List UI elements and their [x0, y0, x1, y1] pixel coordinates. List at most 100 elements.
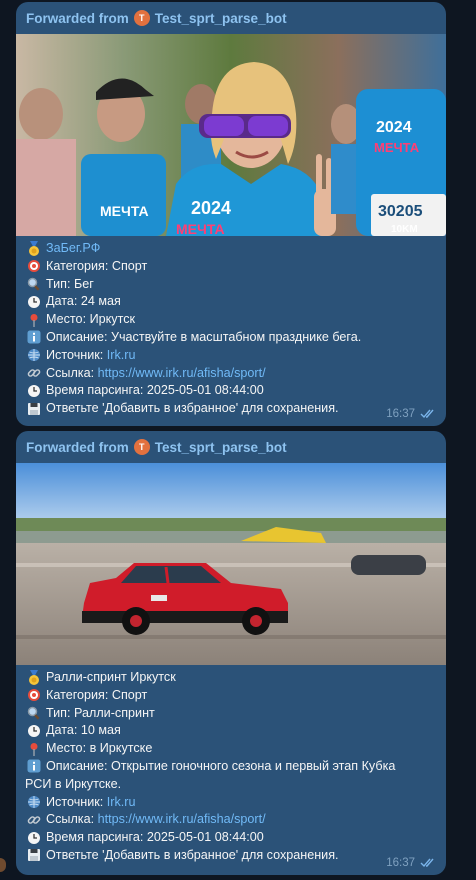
place-line: Место: в Иркутске [25, 740, 438, 758]
place-value: Иркутск [89, 312, 135, 327]
forwarded-header[interactable]: Forwarded from T Test_sprt_parse_bot [16, 2, 446, 34]
clock-icon [25, 293, 42, 310]
date-line: Дата: 10 мая [25, 722, 438, 740]
reply-hint-line: Ответьте 'Добавить в избранное' для сохр… [25, 847, 438, 865]
message-text: ЗаБег.РФ Категория: Спорт Тип: Бег Дата:… [16, 236, 446, 418]
category-label: Категория: [46, 687, 112, 702]
message-meta: 16:37 [386, 408, 438, 420]
double-check-icon [420, 858, 434, 868]
source-label: Источник: [46, 347, 107, 362]
pin-icon [25, 740, 42, 757]
category-line: Категория: Спорт [25, 258, 438, 276]
magnifier-icon [25, 276, 42, 293]
place-label: Место: [46, 741, 90, 756]
description-value: Участвуйте в масштабном празднике бега. [110, 329, 362, 344]
chain-link-icon [25, 365, 42, 382]
description-value: Открытие гоночного сезона и первый этап … [110, 758, 396, 773]
svg-text:2024: 2024 [191, 198, 231, 218]
description-line: Описание: Участвуйте в масштабном праздн… [25, 329, 438, 347]
parse-time-value: 2025-05-01 08:44:00 [146, 830, 264, 845]
info-icon [25, 329, 42, 346]
target-icon [25, 258, 42, 275]
floppy-disk-icon [25, 847, 42, 864]
event-url-link[interactable]: https://www.irk.ru/afisha/sport/ [98, 365, 266, 383]
svg-text:2024: 2024 [376, 119, 412, 136]
description-label: Описание: [46, 758, 111, 773]
reply-hint-text: Ответьте 'Добавить в избранное' для сохр… [46, 847, 339, 862]
source-link[interactable]: Irk.ru [107, 347, 136, 365]
parse-time-line: Время парсинга: 2025-05-01 08:44:00 [25, 382, 438, 400]
link-line: Ссылка: https://www.irk.ru/afisha/sport/ [25, 365, 438, 383]
forwarded-prefix: Forwarded from [26, 10, 129, 26]
message-meta: 16:37 [386, 857, 438, 869]
category-value: Спорт [111, 687, 148, 702]
date-line: Дата: 24 мая [25, 293, 438, 311]
link-label: Ссылка: [46, 365, 98, 380]
place-value: в Иркутске [89, 741, 153, 756]
event-title-link[interactable]: ЗаБег.РФ [46, 240, 100, 258]
scroll-edge-marker [0, 858, 6, 872]
type-label: Тип: [46, 276, 74, 291]
date-value: 10 мая [80, 723, 121, 738]
parse-time-label: Время парсинга: [46, 383, 147, 398]
type-value: Бег [74, 276, 94, 291]
source-link[interactable]: Irk.ru [107, 794, 136, 812]
svg-text:МЕЧТА: МЕЧТА [176, 221, 225, 236]
parse-time-value: 2025-05-01 08:44:00 [146, 383, 264, 398]
link-line: Ссылка: https://www.irk.ru/afisha/sport/ [25, 811, 438, 829]
event-photo-running[interactable]: МЕЧТА 2024 МЕЧТА 2024 МЕЧТА 30205 10KM [16, 34, 446, 236]
svg-text:10KM: 10KM [391, 224, 418, 235]
chat-feed[interactable]: Forwarded from T Test_sprt_parse_bot МЕЧ… [0, 0, 476, 880]
bot-name[interactable]: Test_sprt_parse_bot [155, 440, 287, 455]
type-line: Тип: Бег [25, 276, 438, 294]
forwarded-header[interactable]: Forwarded from T Test_sprt_parse_bot [16, 431, 446, 463]
event-title-line: Ралли-спринт Иркутск [25, 669, 438, 687]
clock-icon [25, 382, 42, 399]
category-label: Категория: [46, 258, 112, 273]
reply-hint-line: Ответьте 'Добавить в избранное' для сохр… [25, 400, 438, 418]
bot-avatar[interactable]: T [133, 439, 150, 455]
bot-avatar[interactable]: T [133, 10, 150, 26]
parse-time-line: Время парсинга: 2025-05-01 08:44:00 [25, 829, 438, 847]
date-value: 24 мая [80, 294, 121, 309]
reply-hint-text: Ответьте 'Добавить в избранное' для сохр… [46, 401, 339, 416]
category-line: Категория: Спорт [25, 687, 438, 705]
target-icon [25, 687, 42, 704]
svg-text:МЕЧТА: МЕЧТА [100, 203, 149, 219]
clock-icon [25, 829, 42, 846]
globe-icon [25, 347, 42, 364]
source-line: Источник: Irk.ru [25, 794, 438, 812]
event-photo-rally[interactable] [16, 463, 446, 665]
pin-icon [25, 311, 42, 328]
floppy-disk-icon [25, 400, 42, 417]
bot-name[interactable]: Test_sprt_parse_bot [155, 11, 287, 26]
info-icon [25, 758, 42, 775]
date-label: Дата: [46, 723, 81, 738]
svg-text:МЕЧТА: МЕЧТА [374, 140, 420, 155]
message-time: 16:37 [386, 408, 415, 420]
place-line: Место: Иркутск [25, 311, 438, 329]
type-value: Ралли-спринт [74, 705, 155, 720]
clock-icon [25, 722, 42, 739]
message-text: Ралли-спринт Иркутск Категория: Спорт Ти… [16, 665, 446, 865]
magnifier-icon [25, 705, 42, 722]
event-url-link[interactable]: https://www.irk.ru/afisha/sport/ [98, 811, 266, 829]
message-bubble[interactable]: Forwarded from T Test_sprt_parse_bot [16, 431, 446, 875]
place-label: Место: [46, 312, 90, 327]
svg-text:30205: 30205 [378, 203, 423, 220]
source-label: Источник: [46, 794, 107, 809]
type-label: Тип: [46, 705, 74, 720]
type-line: Тип: Ралли-спринт [25, 705, 438, 723]
date-label: Дата: [46, 294, 81, 309]
globe-icon [25, 794, 42, 811]
description-line: Описание: Открытие гоночного сезона и пе… [25, 758, 438, 776]
chain-link-icon [25, 811, 42, 828]
message-bubble[interactable]: Forwarded from T Test_sprt_parse_bot [16, 2, 446, 426]
link-label: Ссылка: [46, 812, 98, 827]
parse-time-label: Время парсинга: [46, 830, 147, 845]
event-title-line: ЗаБег.РФ [25, 240, 438, 258]
event-title: Ралли-спринт Иркутск [46, 670, 176, 684]
description-value-cont: РСИ в Иркутске. [25, 776, 122, 791]
category-value: Спорт [111, 258, 148, 273]
description-label: Описание: [46, 329, 111, 344]
